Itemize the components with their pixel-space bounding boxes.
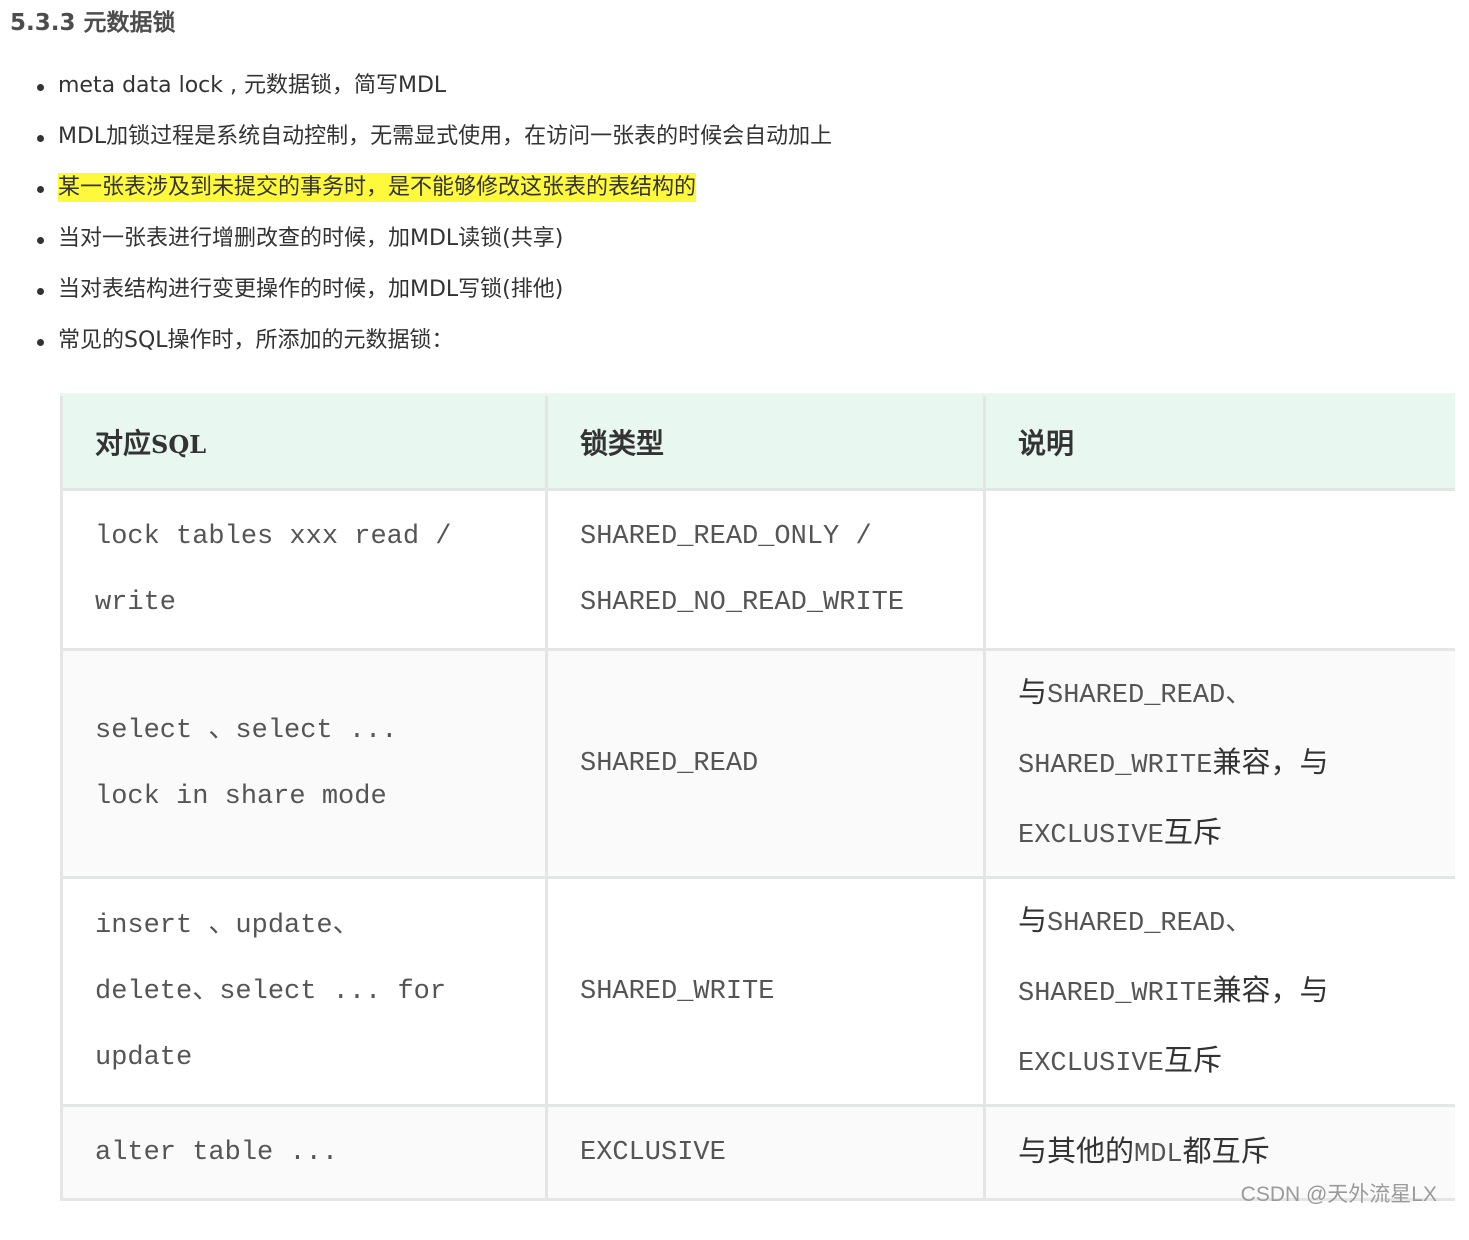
bullet-text: 常见的SQL操作时，所添加的元数据锁：	[58, 328, 454, 353]
lock-type-line: SHARED_NO_READ_WRITE	[580, 587, 905, 618]
desc-line: SHARED_WRITE兼容，与	[1018, 957, 1425, 1027]
list-item: MDL加锁过程是系统自动控制，无需显式使用，在访问一张表的时候会自动加上	[0, 111, 832, 162]
list-item: meta data lock , 元数据锁，简写MDL	[0, 60, 832, 111]
bullet-text: meta data lock , 元数据锁，简写MDL	[58, 73, 447, 98]
bullet-list: meta data lock , 元数据锁，简写MDL MDL加锁过程是系统自动…	[0, 60, 832, 366]
bullet-text: 当对一张表进行增删改查的时候，加MDL读锁(共享)	[58, 226, 564, 251]
bullet-dot	[37, 288, 44, 295]
header-sql: 对应SQL	[60, 393, 547, 491]
cell-lock-type: SHARED_READ	[545, 648, 985, 879]
lock-type-line: EXCLUSIVE	[580, 1137, 726, 1168]
desc-cjk: 兼容，与	[1212, 744, 1329, 779]
desc-code: EXCLUSIVE	[1018, 820, 1164, 851]
bullet-text: MDL加锁过程是系统自动控制，无需显式使用，在访问一张表的时候会自动加上	[58, 124, 833, 149]
sql-line: delete、select ... for	[95, 976, 447, 1007]
header-sql-suffix: SQL	[151, 430, 207, 459]
table-row: insert 、update、 delete、select ... for up…	[60, 876, 1455, 1107]
bullet-text: 当对表结构进行变更操作的时候，加MDL写锁(排他)	[58, 277, 564, 302]
table-row: select 、select ... lock in share mode SH…	[60, 648, 1455, 879]
lock-type-line: SHARED_READ_ONLY /	[580, 521, 872, 552]
desc-code: SHARED_READ、	[1047, 680, 1253, 711]
cell-sql: select 、select ... lock in share mode	[60, 648, 547, 879]
list-item: 常见的SQL操作时，所添加的元数据锁：	[0, 315, 832, 366]
desc-line: EXCLUSIVE互斥	[1018, 799, 1425, 869]
cell-sql: insert 、update、 delete、select ... for up…	[60, 876, 547, 1107]
desc-line: EXCLUSIVE互斥	[1018, 1027, 1425, 1097]
sql-line: insert 、update、	[95, 910, 360, 941]
bullet-dot	[37, 339, 44, 346]
desc-line: 与SHARED_READ、	[1018, 887, 1425, 957]
desc-line: 与其他的MDL都互斥	[1018, 1118, 1425, 1188]
sql-line: select 、select ...	[95, 715, 398, 746]
csdn-watermark: CSDN @天外流星LX	[1240, 1183, 1437, 1206]
sql-line: write	[95, 587, 177, 618]
desc-cjk: 与	[1018, 902, 1048, 937]
lock-type-line: SHARED_WRITE	[580, 976, 775, 1007]
header-sql-cjk: 对应	[95, 427, 152, 460]
highlighted-bullet-text: 某一张表涉及到未提交的事务时，是不能够修改这张表的表结构的	[58, 173, 697, 202]
mdl-table: 对应SQL 锁类型 说明 lock tables xxx read / writ…	[60, 393, 1455, 1201]
cell-sql: alter table ...	[60, 1104, 547, 1201]
desc-cjk: 兼容，与	[1212, 972, 1329, 1007]
table-header-row: 对应SQL 锁类型 说明	[60, 393, 1455, 491]
lock-type-line: SHARED_READ	[580, 748, 759, 779]
desc-code: SHARED_READ、	[1047, 908, 1253, 939]
cell-description	[983, 488, 1455, 651]
section-title: 5.3.3 元数据锁	[10, 10, 176, 36]
sql-line: lock tables xxx read /	[95, 521, 452, 552]
cell-lock-type: EXCLUSIVE	[545, 1104, 985, 1201]
table-row: lock tables xxx read / write SHARED_READ…	[60, 488, 1455, 651]
sql-line: alter table ...	[95, 1137, 339, 1168]
desc-cjk: 互斥	[1163, 1042, 1222, 1077]
sql-line: update	[95, 1042, 193, 1073]
cell-sql: lock tables xxx read / write	[60, 488, 547, 651]
header-lock-type: 锁类型	[545, 393, 985, 491]
desc-code: EXCLUSIVE	[1018, 1048, 1164, 1079]
cell-description: 与SHARED_READ、 SHARED_WRITE兼容，与 EXCLUSIVE…	[983, 648, 1455, 879]
desc-code: SHARED_WRITE	[1018, 750, 1213, 781]
cell-description: 与SHARED_READ、 SHARED_WRITE兼容，与 EXCLUSIVE…	[983, 876, 1455, 1107]
list-item: 当对表结构进行变更操作的时候，加MDL写锁(排他)	[0, 264, 832, 315]
desc-line: 与SHARED_READ、	[1018, 659, 1425, 729]
desc-code: MDL	[1134, 1139, 1183, 1170]
cell-lock-type: SHARED_WRITE	[545, 876, 985, 1107]
header-description: 说明	[983, 393, 1455, 491]
desc-cjk: 都互斥	[1182, 1133, 1270, 1168]
bullet-dot	[37, 84, 44, 91]
list-item: 某一张表涉及到未提交的事务时，是不能够修改这张表的表结构的	[0, 162, 832, 213]
desc-cjk: 与其他的	[1018, 1133, 1135, 1168]
bullet-dot	[37, 237, 44, 244]
desc-code: SHARED_WRITE	[1018, 978, 1213, 1009]
list-item: 当对一张表进行增删改查的时候，加MDL读锁(共享)	[0, 213, 832, 264]
desc-cjk: 互斥	[1163, 814, 1222, 849]
cell-lock-type: SHARED_READ_ONLY / SHARED_NO_READ_WRITE	[545, 488, 985, 651]
mdl-table-container: 对应SQL 锁类型 说明 lock tables xxx read / writ…	[60, 393, 1455, 1201]
sql-line: lock in share mode	[95, 781, 387, 812]
bullet-dot	[37, 186, 44, 193]
desc-line: SHARED_WRITE兼容，与	[1018, 729, 1425, 799]
desc-cjk: 与	[1018, 674, 1048, 709]
bullet-dot	[37, 135, 44, 142]
